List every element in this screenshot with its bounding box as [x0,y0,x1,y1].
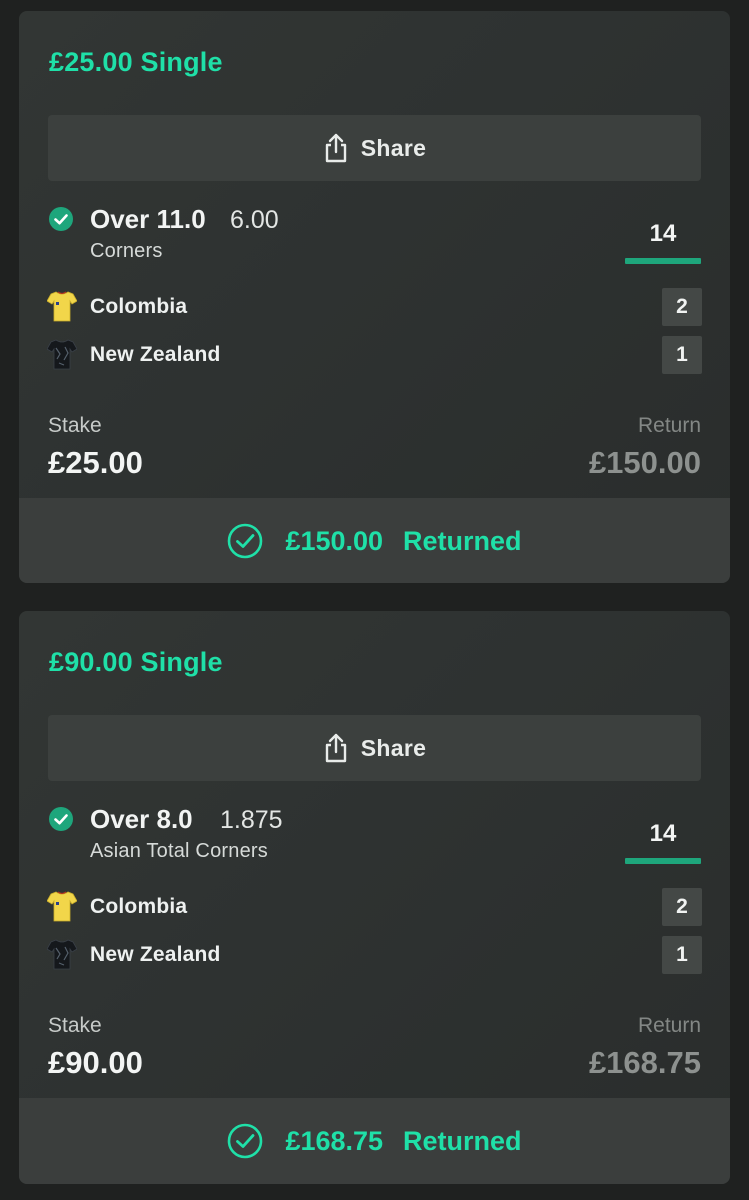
bet-card: £25.00 Single Share Over 11.0 6.00 Corne… [19,11,730,583]
stake-label: Stake [48,414,102,437]
market-name: Corners [90,240,163,262]
selection-odds: 1.875 [220,806,283,834]
returned-banner: £168.75 Returned [19,1098,730,1184]
team-score: 2 [662,888,702,926]
new-zealand-shirt-icon [47,939,77,970]
colombia-shirt-icon [47,291,77,322]
settled-check-icon [49,207,73,231]
stake-value: £25.00 [48,445,143,480]
return-value: £150.00 [588,445,701,480]
team-row: New Zealand 1 [47,936,702,976]
returned-amount: £168.75 [285,1125,384,1156]
share-icon [325,133,346,163]
team-score: 1 [662,336,702,374]
selection-odds: 6.00 [230,206,279,234]
returned-check-icon [228,1123,263,1159]
settled-check-icon [49,807,73,831]
bet-title: £90.00 Single [49,647,223,677]
total-underline [625,858,701,864]
selection-name: Over 11.0 [90,204,206,234]
return-value: £168.75 [588,1045,701,1080]
team-score: 1 [662,936,702,974]
team-row: Colombia 2 [47,288,702,328]
share-label: Share [360,734,427,761]
return-label: Return [637,414,701,437]
team-score: 2 [662,288,702,326]
team-name: Colombia [90,295,188,318]
returned-label: Returned [403,1125,522,1156]
team-name: New Zealand [90,943,221,966]
share-label: Share [360,134,427,161]
new-zealand-shirt-icon [47,339,77,370]
share-icon [325,733,346,763]
total-underline [625,258,701,264]
returned-check-icon [228,523,263,559]
stake-label: Stake [48,1014,102,1037]
team-name: Colombia [90,895,188,918]
stake-value: £90.00 [48,1045,143,1080]
returned-label: Returned [403,525,522,556]
returned-banner: £150.00 Returned [19,498,730,583]
market-name: Asian Total Corners [90,840,268,862]
total-corners: 14 [649,220,677,247]
bet-card: £90.00 Single Share Over 8.0 1.875 Asian… [19,611,730,1184]
share-button[interactable]: Share [48,115,701,181]
team-row: New Zealand 1 [47,336,702,376]
return-label: Return [637,1014,701,1037]
team-name: New Zealand [90,343,221,366]
share-button[interactable]: Share [48,715,701,781]
bet-title: £25.00 Single [49,47,223,77]
selection-name: Over 8.0 [90,804,193,834]
team-row: Colombia 2 [47,888,702,928]
colombia-shirt-icon [47,891,77,922]
returned-amount: £150.00 [285,525,384,556]
total-corners: 14 [649,820,677,847]
